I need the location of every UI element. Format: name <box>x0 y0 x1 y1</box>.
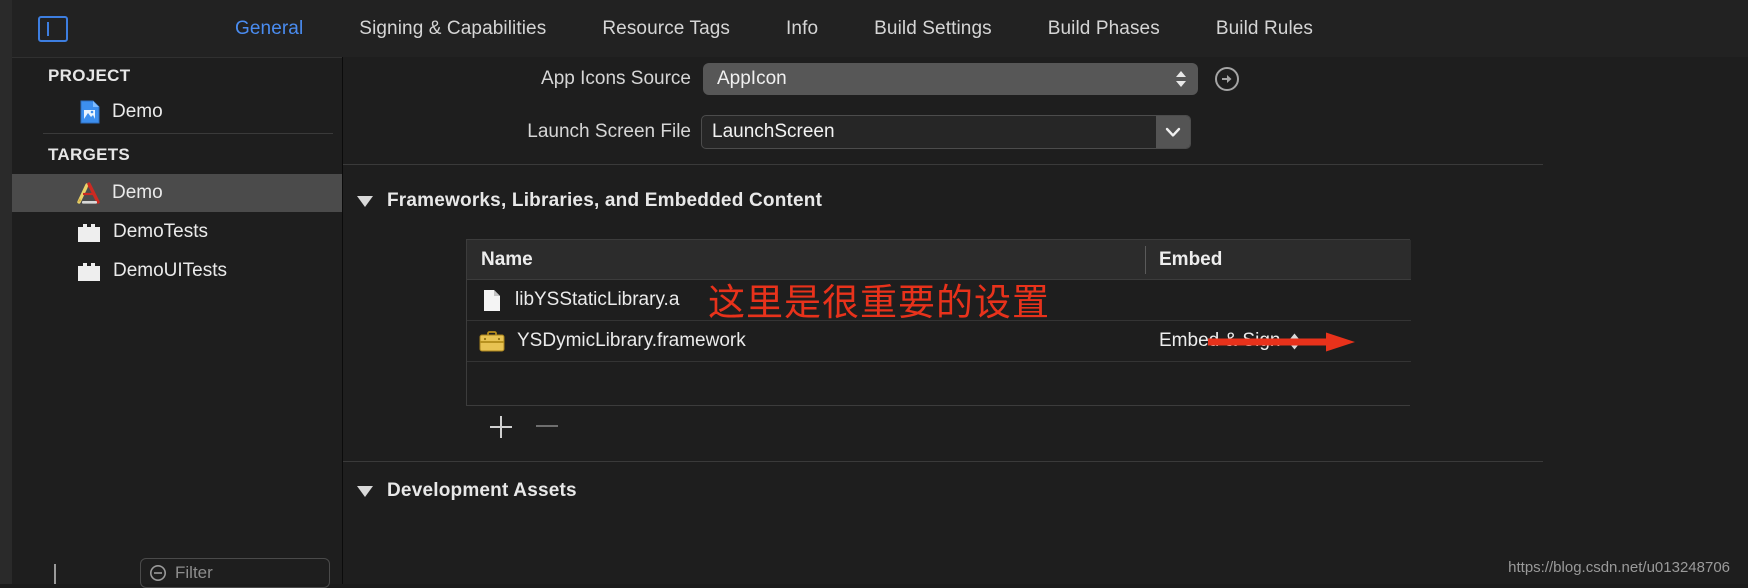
frameworks-section-title: Frameworks, Libraries, and Embedded Cont… <box>387 190 823 211</box>
test-bundle-icon <box>77 221 101 243</box>
frameworks-table-header: Name Embed <box>467 240 1411 280</box>
sidebar-bottom-marker <box>54 564 56 584</box>
column-header-name: Name <box>481 249 533 270</box>
launch-screen-file-dropdown-button[interactable] <box>1156 116 1190 148</box>
stepper-up-down-icon <box>1174 69 1188 89</box>
general-settings-content: App Icons Source AppIcon Launch Screen F… <box>343 57 1748 584</box>
editor-tab-bar: General Signing & Capabilities Resource … <box>12 0 1748 58</box>
sidebar-item-label: DemoTests <box>113 221 209 242</box>
tab-general[interactable]: General <box>207 18 331 40</box>
sidebar-divider <box>43 133 333 134</box>
app-target-icon <box>76 181 102 205</box>
embed-value: Embed & Sign <box>1159 330 1281 351</box>
sidebar-item-project-demo[interactable]: Demo <box>12 93 342 131</box>
framework-briefcase-icon <box>479 330 505 352</box>
frameworks-table-actions <box>466 406 1410 450</box>
chevron-down-icon <box>1165 127 1181 137</box>
development-assets-section-header[interactable]: Development Assets <box>357 480 577 502</box>
disclosure-triangle-open-icon <box>357 485 373 497</box>
sidebar-item-label: Demo <box>112 182 163 203</box>
tab-build-settings[interactable]: Build Settings <box>846 18 1020 40</box>
column-header-embed: Embed <box>1159 249 1223 270</box>
launch-screen-file-label: Launch Screen File <box>527 121 691 142</box>
arrow-right-circle-icon <box>1222 75 1232 83</box>
launch-screen-file-combo[interactable]: LaunchScreen <box>701 115 1191 149</box>
static-library-file-icon <box>483 289 501 312</box>
disclosure-triangle-open-icon <box>357 195 373 207</box>
section-separator <box>343 461 1543 462</box>
project-targets-sidebar: PROJECT Demo TARGETS Demo DemoTests Demo… <box>12 57 343 588</box>
test-bundle-icon <box>77 260 101 282</box>
minus-icon[interactable] <box>536 425 558 427</box>
sidebar-group-project: PROJECT <box>48 66 131 85</box>
sidebar-item-target-demotests[interactable]: DemoTests <box>12 213 342 251</box>
app-icons-source-popup[interactable]: AppIcon <box>703 63 1198 95</box>
development-assets-section-title: Development Assets <box>387 480 577 501</box>
filter-input-value: Filter <box>175 563 213 582</box>
framework-name: libYSStaticLibrary.a <box>515 289 680 310</box>
plus-icon[interactable] <box>488 414 514 440</box>
tab-resource-tags[interactable]: Resource Tags <box>574 18 758 40</box>
app-icons-source-value: AppIcon <box>717 68 787 89</box>
sidebar-toggle-icon[interactable] <box>38 16 68 42</box>
sidebar-filter-bar: Filter <box>12 544 342 588</box>
sidebar-item-label: Demo <box>112 101 163 122</box>
tab-signing-capabilities[interactable]: Signing & Capabilities <box>331 18 574 40</box>
frameworks-section-header[interactable]: Frameworks, Libraries, and Embedded Cont… <box>357 190 822 212</box>
sidebar-top-hairline <box>12 57 342 58</box>
sidebar-group-targets: TARGETS <box>48 145 131 164</box>
sidebar-item-target-demouitests[interactable]: DemoUITests <box>12 252 342 290</box>
table-row[interactable]: libYSStaticLibrary.a <box>467 280 1411 321</box>
app-icons-source-reveal-button[interactable] <box>1215 67 1239 91</box>
tab-info[interactable]: Info <box>758 18 846 40</box>
table-row[interactable]: YSDymicLibrary.framework Embed & Sign <box>467 321 1411 362</box>
launch-screen-file-value: LaunchScreen <box>712 121 835 142</box>
tab-list: General Signing & Capabilities Resource … <box>207 0 1341 57</box>
frameworks-table: Name Embed libYSStaticLibrary.a YSDymicL… <box>466 239 1411 406</box>
sidebar-toggle-pane-line <box>47 22 49 36</box>
watermark: https://blog.csdn.net/u013248706 <box>1508 559 1730 576</box>
sidebar-item-label: DemoUITests <box>113 260 228 281</box>
filter-icon <box>150 565 166 581</box>
tab-build-phases[interactable]: Build Phases <box>1020 18 1188 40</box>
tab-build-rules[interactable]: Build Rules <box>1188 18 1341 40</box>
column-divider <box>1145 246 1146 274</box>
xcode-general-settings-window: General Signing & Capabilities Resource … <box>0 0 1748 588</box>
app-icons-source-label: App Icons Source <box>541 68 691 89</box>
framework-name: YSDymicLibrary.framework <box>517 330 746 351</box>
embed-popup[interactable]: Embed & Sign <box>1159 330 1301 352</box>
sidebar-item-target-demo[interactable]: Demo <box>12 174 342 212</box>
section-separator <box>343 164 1543 165</box>
xcode-project-icon <box>80 100 100 124</box>
stepper-up-down-icon <box>1290 333 1300 349</box>
